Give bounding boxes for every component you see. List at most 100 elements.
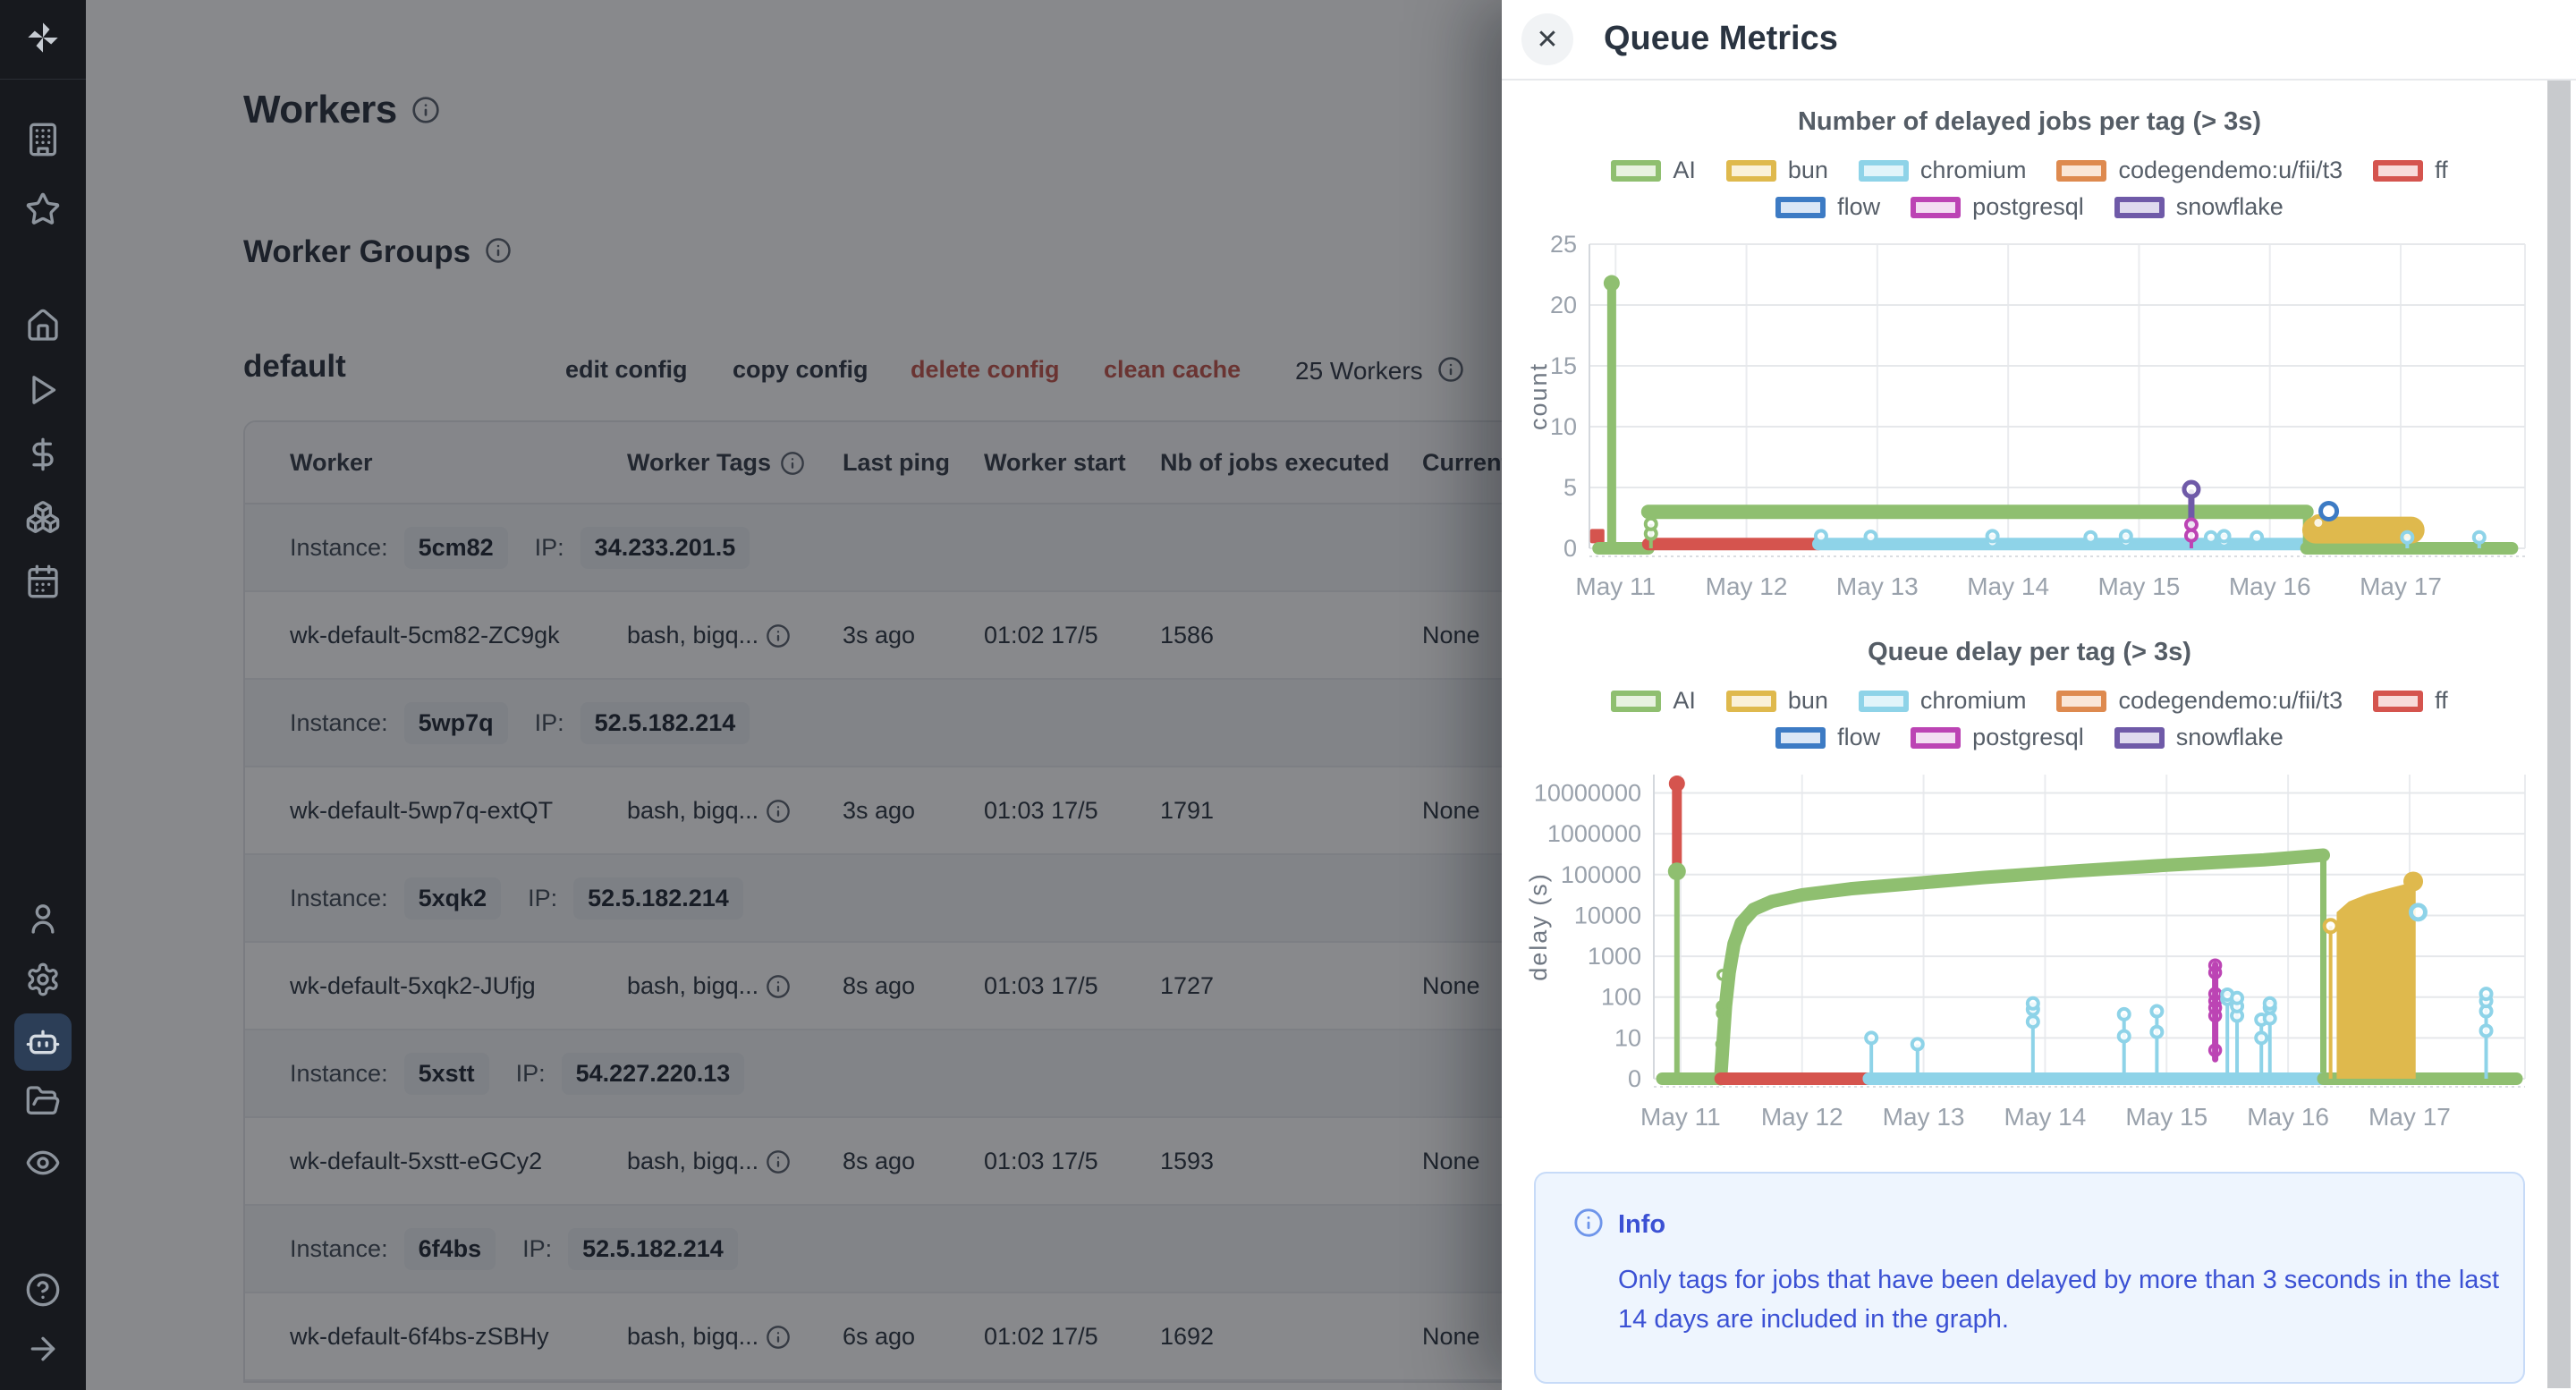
- legend-label: snowflake: [2176, 724, 2284, 751]
- svg-text:15: 15: [1550, 352, 1577, 379]
- legend-item-ff: ff: [2373, 157, 2448, 184]
- legend-item-codegendemo:u/fii/t3: codegendemo:u/fii/t3: [2056, 157, 2343, 184]
- svg-text:May 17: May 17: [2368, 1103, 2451, 1131]
- chart-delayed-jobs: Number of delayed jobs per tag (> 3s) AI…: [1520, 107, 2539, 611]
- legend-chip: [2056, 160, 2106, 182]
- chart-canvas: 0510152025May 11May 12May 13May 14May 15…: [1520, 230, 2539, 611]
- chart-legend: AIbunchromiumcodegendemo:u/fii/t3ffflowp…: [1520, 157, 2539, 221]
- help-icon[interactable]: [23, 1270, 63, 1309]
- star-icon[interactable]: [23, 190, 63, 229]
- legend-chip: [1859, 160, 1909, 182]
- chart-title: Queue delay per tag (> 3s): [1520, 638, 2539, 667]
- chart-canvas: 010100100010000100000100000010000000May …: [1520, 760, 2539, 1141]
- legend-chip: [2114, 727, 2165, 749]
- svg-text:May 13: May 13: [1836, 572, 1919, 600]
- legend-item-codegendemo:u/fii/t3: codegendemo:u/fii/t3: [2056, 687, 2343, 715]
- legend-item-chromium: chromium: [1859, 687, 2027, 715]
- svg-text:May 13: May 13: [1883, 1103, 1965, 1131]
- legend-chip: [2056, 691, 2106, 712]
- legend-item-snowflake: snowflake: [2114, 193, 2284, 221]
- dollar-icon[interactable]: [23, 435, 63, 474]
- legend-label: bun: [1788, 157, 1828, 184]
- svg-text:0: 0: [1628, 1065, 1641, 1092]
- chart-title: Number of delayed jobs per tag (> 3s): [1520, 107, 2539, 137]
- legend-item-AI: AI: [1611, 157, 1696, 184]
- user-icon[interactable]: [23, 899, 63, 938]
- legend-chip: [2114, 197, 2165, 218]
- legend-chip: [1859, 691, 1909, 712]
- arrow-right-icon[interactable]: [23, 1329, 63, 1369]
- info-text: Only tags for jobs that have been delaye…: [1618, 1260, 2499, 1339]
- legend-label: snowflake: [2176, 193, 2284, 221]
- svg-text:25: 25: [1550, 231, 1577, 258]
- drawer-scrollbar[interactable]: [2547, 81, 2571, 1388]
- svg-text:5: 5: [1563, 474, 1577, 501]
- svg-text:20: 20: [1550, 292, 1577, 318]
- drawer-body: Number of delayed jobs per tag (> 3s) AI…: [1502, 81, 2576, 1388]
- legend-chip: [1775, 727, 1826, 749]
- svg-text:100000: 100000: [1561, 861, 1641, 888]
- legend-label: flow: [1837, 193, 1880, 221]
- building-icon[interactable]: [23, 120, 63, 159]
- legend-chip: [1726, 160, 1776, 182]
- legend-label: AI: [1673, 687, 1696, 715]
- svg-text:May 12: May 12: [1761, 1103, 1843, 1131]
- robot-icon: [23, 1022, 63, 1062]
- drawer-header: ✕ Queue Metrics: [1502, 0, 2576, 81]
- home-icon[interactable]: [23, 306, 63, 345]
- svg-text:May 17: May 17: [2360, 572, 2442, 600]
- queue-metrics-drawer: ✕ Queue Metrics Number of delayed jobs p…: [1502, 0, 2576, 1390]
- close-button[interactable]: ✕: [1521, 13, 1573, 65]
- svg-text:delay (s): delay (s): [1525, 872, 1552, 981]
- info-circle-icon: [1573, 1208, 1604, 1242]
- legend-label: postgresql: [1972, 724, 2084, 751]
- legend-label: chromium: [1920, 687, 2027, 715]
- legend-item-bun: bun: [1726, 687, 1828, 715]
- calendar-icon[interactable]: [23, 562, 63, 601]
- legend-chip: [2373, 160, 2423, 182]
- legend-label: chromium: [1920, 157, 2027, 184]
- legend-item-bun: bun: [1726, 157, 1828, 184]
- svg-text:10000000: 10000000: [1534, 780, 1641, 807]
- boxes-icon[interactable]: [23, 497, 63, 537]
- sidebar: [0, 0, 86, 1390]
- legend-label: ff: [2435, 687, 2448, 715]
- svg-text:May 14: May 14: [2004, 1103, 2087, 1131]
- svg-text:May 11: May 11: [1640, 1103, 1721, 1131]
- eye-icon[interactable]: [23, 1143, 63, 1182]
- windmill-logo[interactable]: [23, 18, 63, 57]
- sidebar-divider: [0, 79, 86, 80]
- svg-text:May 15: May 15: [2125, 1103, 2207, 1131]
- info-title: Info: [1618, 1210, 1665, 1240]
- legend-label: flow: [1837, 724, 1880, 751]
- legend-item-flow: flow: [1775, 193, 1880, 221]
- legend-item-ff: ff: [2373, 687, 2448, 715]
- svg-text:10: 10: [1550, 413, 1577, 440]
- legend-item-chromium: chromium: [1859, 157, 2027, 184]
- legend-label: ff: [2435, 157, 2448, 184]
- legend-item-postgresql: postgresql: [1911, 724, 2084, 751]
- svg-text:1000000: 1000000: [1547, 820, 1641, 847]
- chart-queue-delay: Queue delay per tag (> 3s) AI bun chromium…: [1520, 638, 2539, 1141]
- close-icon: ✕: [1536, 24, 1558, 55]
- info-panel: Info Only tags for jobs that have been d…: [1534, 1172, 2525, 1384]
- legend-chip: [1911, 727, 1961, 749]
- play-icon[interactable]: [23, 370, 63, 410]
- svg-text:10: 10: [1614, 1024, 1641, 1051]
- legend-item-snowflake: snowflake: [2114, 724, 2284, 751]
- chart-legend: AI bun chromium codegendemo:u/fii/t3 ff flow p…: [1520, 687, 2539, 751]
- legend-item-AI: AI: [1611, 687, 1696, 715]
- sidebar-item-workers[interactable]: [14, 1013, 72, 1071]
- svg-text:May 11: May 11: [1575, 572, 1656, 600]
- svg-text:May 12: May 12: [1706, 572, 1788, 600]
- drawer-title: Queue Metrics: [1604, 20, 1838, 58]
- svg-text:May 16: May 16: [2229, 572, 2311, 600]
- legend-label: codegendemo:u/fii/t3: [2118, 687, 2343, 715]
- gear-icon[interactable]: [23, 960, 63, 999]
- svg-text:May 15: May 15: [2098, 572, 2181, 600]
- folder-open-icon[interactable]: [23, 1081, 63, 1121]
- legend-item-flow: flow: [1775, 724, 1880, 751]
- legend-label: codegendemo:u/fii/t3: [2118, 157, 2343, 184]
- svg-text:1000: 1000: [1588, 943, 1641, 970]
- legend-chip: [1775, 197, 1826, 218]
